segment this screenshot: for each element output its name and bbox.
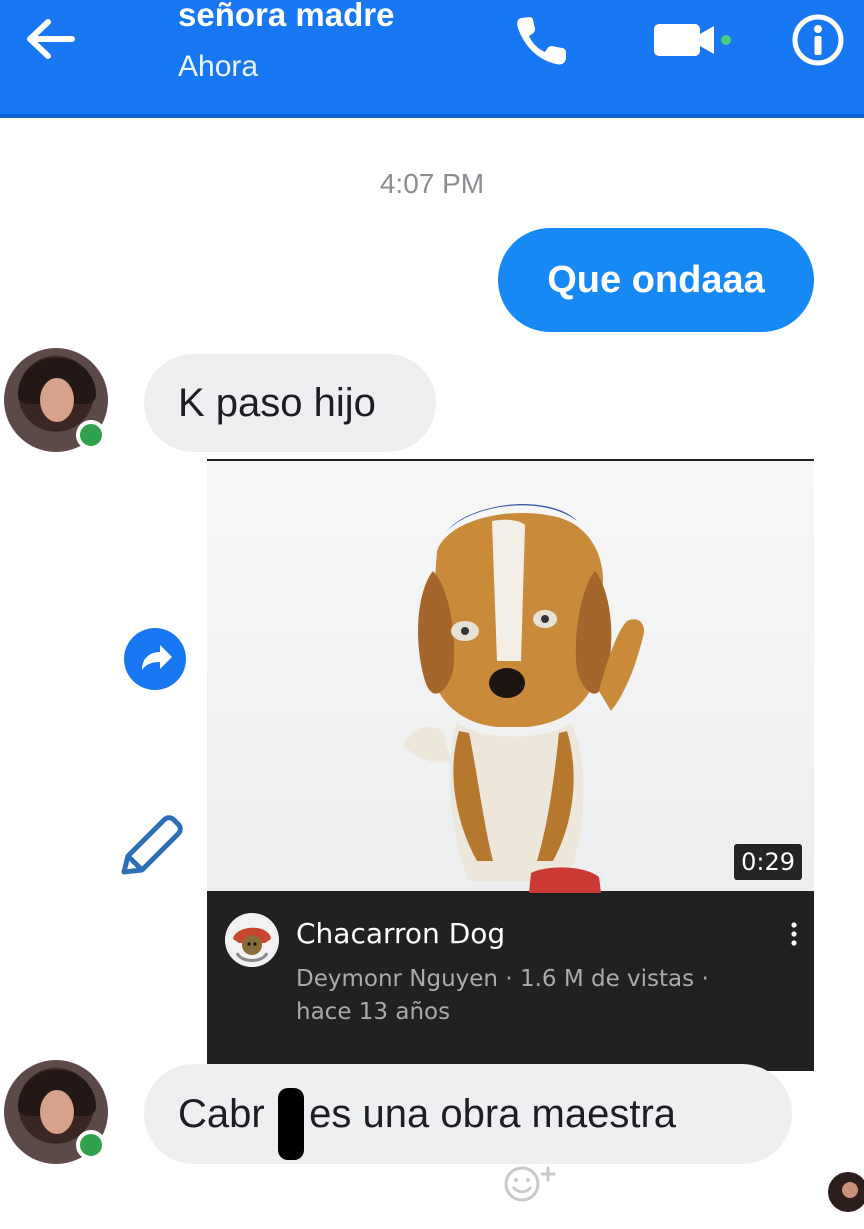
arrow-left-icon bbox=[27, 19, 75, 59]
video-metadata: Deymonr Nguyen · 1.6 M de vistas · hace … bbox=[296, 966, 709, 1025]
contact-status: Ahora bbox=[178, 50, 259, 83]
chat-header: señora madre Ahora bbox=[0, 0, 864, 118]
video-more-options-button[interactable] bbox=[783, 917, 805, 951]
contact-name: señora madre bbox=[178, 0, 395, 33]
video-call-button[interactable] bbox=[652, 20, 738, 60]
online-status-dot bbox=[76, 1130, 106, 1160]
edit-button[interactable] bbox=[114, 812, 186, 880]
channel-avatar[interactable] bbox=[225, 913, 279, 967]
call-button[interactable] bbox=[514, 12, 574, 68]
video-thumbnail[interactable]: 0:29 bbox=[207, 459, 814, 893]
incoming-message-bubble[interactable]: K paso hijo bbox=[144, 354, 436, 452]
share-arrow-icon bbox=[142, 645, 172, 670]
incoming-message-bubble[interactable]: Cabr n es una obra maestra bbox=[144, 1064, 792, 1164]
channel-logo-icon bbox=[225, 913, 279, 967]
info-icon bbox=[792, 14, 844, 66]
back-button[interactable] bbox=[22, 16, 78, 62]
smiley-plus-icon bbox=[504, 1166, 556, 1202]
phone-icon bbox=[517, 17, 566, 65]
info-button[interactable] bbox=[790, 12, 846, 68]
contact-info[interactable]: señora madre Ahora bbox=[178, 0, 394, 84]
pencil-icon bbox=[121, 815, 183, 875]
video-duration: 0:29 bbox=[734, 844, 802, 880]
outgoing-message-bubble[interactable]: Que ondaaa bbox=[498, 228, 814, 332]
message-timestamp: 4:07 PM bbox=[379, 168, 485, 199]
dog-image bbox=[403, 503, 645, 893]
shared-video-card[interactable]: 0:29 Chacarron Dog Deymonr Nguyen · 1.6 … bbox=[207, 459, 814, 1071]
online-status-dot bbox=[76, 420, 106, 450]
add-reaction-button[interactable] bbox=[500, 1160, 566, 1204]
forward-button[interactable] bbox=[124, 628, 186, 690]
video-title[interactable]: Chacarron Dog bbox=[296, 917, 505, 950]
seen-by-avatar bbox=[828, 1172, 864, 1212]
redaction-mark bbox=[278, 1088, 304, 1160]
more-vertical-icon bbox=[791, 922, 797, 946]
video-camera-icon bbox=[654, 24, 731, 56]
